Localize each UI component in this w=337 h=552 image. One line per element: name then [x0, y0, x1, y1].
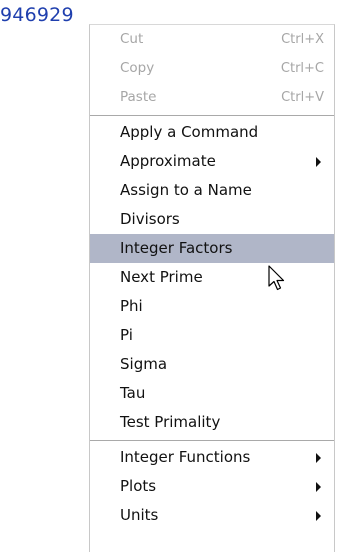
menu-item-integer-factors[interactable]: Integer Factors	[90, 234, 334, 263]
menu-item-label: Test Primality	[120, 413, 221, 431]
document-value[interactable]: 946929	[0, 4, 74, 26]
menu-item-tau[interactable]: Tau	[90, 379, 334, 408]
chevron-right-icon	[316, 157, 321, 167]
menu-item-units[interactable]: Units	[90, 501, 334, 530]
menu-separator	[90, 440, 334, 441]
menu-item-label: Phi	[120, 297, 143, 315]
menu-item-label: Plots	[120, 477, 157, 495]
menu-item-label: Integer Factors	[120, 239, 233, 257]
menu-item-sigma[interactable]: Sigma	[90, 350, 334, 379]
menu-item-copy: Copy Ctrl+C	[90, 54, 334, 83]
chevron-right-icon	[316, 511, 321, 521]
menu-item-next-prime[interactable]: Next Prime	[90, 263, 334, 292]
shortcut-label: Ctrl+V	[281, 90, 324, 105]
menu-item-paste: Paste Ctrl+V	[90, 83, 334, 112]
menu-item-label: Assign to a Name	[120, 181, 252, 199]
menu-item-cut: Cut Ctrl+X	[90, 25, 334, 54]
menu-item-label: Next Prime	[120, 268, 203, 286]
menu-item-label: Paste	[120, 89, 157, 105]
menu-separator	[90, 115, 334, 116]
menu-item-label: Divisors	[120, 210, 180, 228]
menu-item-approximate[interactable]: Approximate	[90, 147, 334, 176]
menu-item-label: Cut	[120, 31, 144, 47]
menu-item-label: Tau	[120, 384, 146, 402]
menu-item-integer-functions[interactable]: Integer Functions	[90, 443, 334, 472]
chevron-right-icon	[316, 453, 321, 463]
context-menu: Cut Ctrl+X Copy Ctrl+C Paste Ctrl+V Appl…	[89, 24, 335, 552]
menu-item-label: Apply a Command	[120, 123, 259, 141]
menu-item-label: Copy	[120, 60, 155, 76]
shortcut-label: Ctrl+C	[280, 61, 324, 76]
menu-item-label: Pi	[120, 326, 133, 344]
shortcut-label: Ctrl+X	[281, 32, 324, 47]
menu-item-phi[interactable]: Phi	[90, 292, 334, 321]
menu-item-label: Approximate	[120, 152, 216, 170]
menu-item-pi[interactable]: Pi	[90, 321, 334, 350]
menu-item-divisors[interactable]: Divisors	[90, 205, 334, 234]
menu-item-assign-to-a-name[interactable]: Assign to a Name	[90, 176, 334, 205]
chevron-right-icon	[316, 482, 321, 492]
menu-item-apply-a-command[interactable]: Apply a Command	[90, 118, 334, 147]
menu-item-label: Integer Functions	[120, 448, 251, 466]
menu-item-test-primality[interactable]: Test Primality	[90, 408, 334, 437]
menu-item-label: Units	[120, 506, 159, 524]
menu-item-label: Sigma	[120, 355, 168, 373]
menu-item-plots[interactable]: Plots	[90, 472, 334, 501]
arrow-pointer-icon	[268, 265, 285, 291]
